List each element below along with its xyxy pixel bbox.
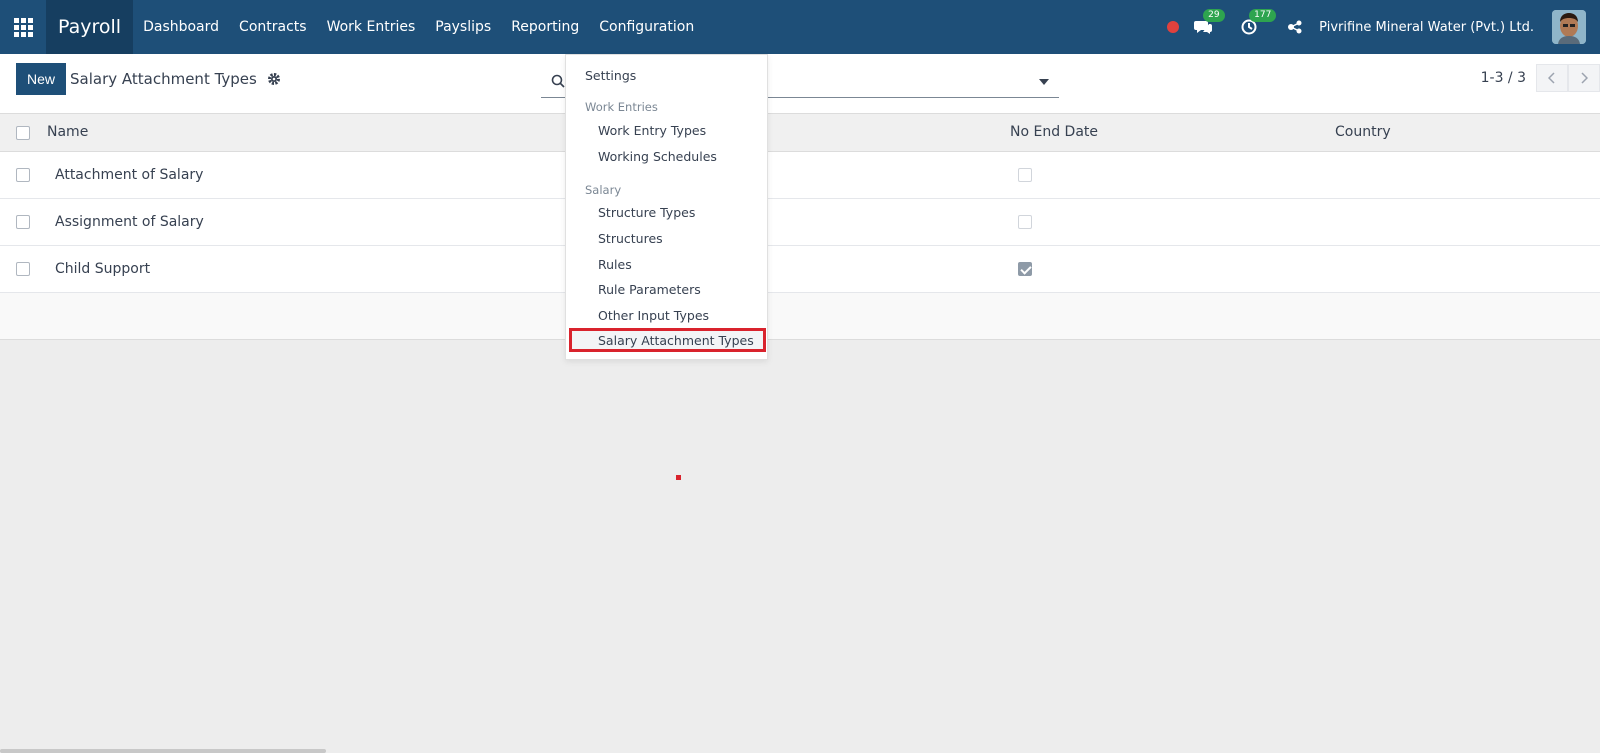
dropdown-item-rule-parameters[interactable]: Rule Parameters [566, 277, 769, 301]
dropdown-item-working-schedules[interactable]: Working Schedules [566, 144, 769, 168]
activities-count-badge: 177 [1249, 9, 1277, 22]
column-country[interactable]: Country [1335, 124, 1391, 140]
menu-dashboard[interactable]: Dashboard [133, 0, 229, 54]
search-icon [551, 74, 565, 88]
menu-reporting[interactable]: Reporting [501, 0, 589, 54]
pager: 1-3 / 3 [1481, 64, 1600, 92]
list-header: Name No End Date Country [0, 114, 1600, 152]
caret-down-icon[interactable] [1039, 79, 1049, 85]
table-row[interactable]: Assignment of Salary [0, 199, 1600, 246]
list-view: Name No End Date Country Attachment of S… [0, 114, 1600, 340]
row-checkbox[interactable] [16, 262, 30, 276]
company-name[interactable]: Pivrifine Mineral Water (Pvt.) Ltd. [1319, 20, 1534, 35]
no-end-date-checkbox [1018, 215, 1032, 229]
row-name: Assignment of Salary [55, 214, 204, 230]
grid-icon [13, 17, 33, 37]
app-name[interactable]: Payroll [46, 0, 134, 54]
dropdown-header-salary: Salary [585, 183, 622, 197]
dropdown-item-structure-types[interactable]: Structure Types [566, 200, 769, 224]
dropdown-item-salary-attachment-types[interactable]: Salary Attachment Types [569, 328, 766, 352]
chevron-right-icon [1581, 72, 1588, 84]
messages-count-badge: 29 [1203, 9, 1225, 22]
menu-configuration[interactable]: Configuration [589, 0, 705, 54]
page-title: Salary Attachment Types [70, 70, 257, 88]
no-end-date-checkbox [1018, 262, 1032, 276]
menu-payslips[interactable]: Payslips [425, 0, 501, 54]
sitemap-icon [1288, 20, 1302, 34]
column-name[interactable]: Name [47, 124, 88, 140]
table-row[interactable]: Child Support [0, 246, 1600, 293]
breadcrumb: Salary Attachment Types [70, 70, 281, 88]
chevron-left-icon [1548, 72, 1555, 84]
row-checkbox[interactable] [16, 215, 30, 229]
row-name: Attachment of Salary [55, 167, 204, 183]
menu-work-entries[interactable]: Work Entries [317, 0, 426, 54]
dropdown-item-other-input-types[interactable]: Other Input Types [566, 303, 769, 327]
dropdown-item-structures[interactable]: Structures [566, 226, 769, 250]
horizontal-scrollbar[interactable] [0, 749, 326, 753]
recording-dot-icon[interactable] [1167, 21, 1180, 33]
pager-value[interactable]: 1-3 / 3 [1481, 70, 1526, 86]
messages-button[interactable]: 29 [1193, 9, 1225, 37]
company-switch-button[interactable] [1285, 17, 1305, 37]
table-row[interactable]: Attachment of Salary [0, 152, 1600, 199]
configuration-dropdown: Settings Work Entries Work Entry Types W… [565, 54, 768, 360]
dropdown-item-rules[interactable]: Rules [566, 252, 769, 276]
menu-contracts[interactable]: Contracts [229, 0, 317, 54]
list-footer [0, 293, 1600, 340]
user-avatar[interactable] [1552, 10, 1586, 44]
cursor-marker [676, 475, 681, 480]
control-panel: New Salary Attachment Types 1-3 / 3 [0, 54, 1600, 114]
new-button[interactable]: New [16, 63, 66, 95]
navbar-systray: 29 177 Pivrifine Mineral Water (Pvt.) Lt… [1167, 0, 1600, 54]
pager-next-button[interactable] [1568, 64, 1600, 92]
activities-button[interactable]: 177 [1239, 9, 1277, 37]
apps-menu-button[interactable] [0, 0, 46, 54]
row-name: Child Support [55, 261, 151, 277]
row-checkbox[interactable] [16, 168, 30, 182]
avatar-icon [1552, 10, 1586, 44]
pager-previous-button[interactable] [1536, 64, 1568, 92]
select-all-checkbox[interactable] [16, 126, 30, 140]
dropdown-item-settings[interactable]: Settings [566, 63, 769, 87]
column-no-end-date[interactable]: No End Date [1010, 124, 1098, 140]
dropdown-item-work-entry-types[interactable]: Work Entry Types [566, 118, 769, 142]
dropdown-header-work-entries: Work Entries [585, 100, 658, 114]
no-end-date-checkbox [1018, 168, 1032, 182]
main-menu: Dashboard Contracts Work Entries Payslip… [133, 0, 705, 54]
gear-icon[interactable] [267, 72, 281, 86]
top-navbar: Payroll Dashboard Contracts Work Entries… [0, 0, 1600, 54]
